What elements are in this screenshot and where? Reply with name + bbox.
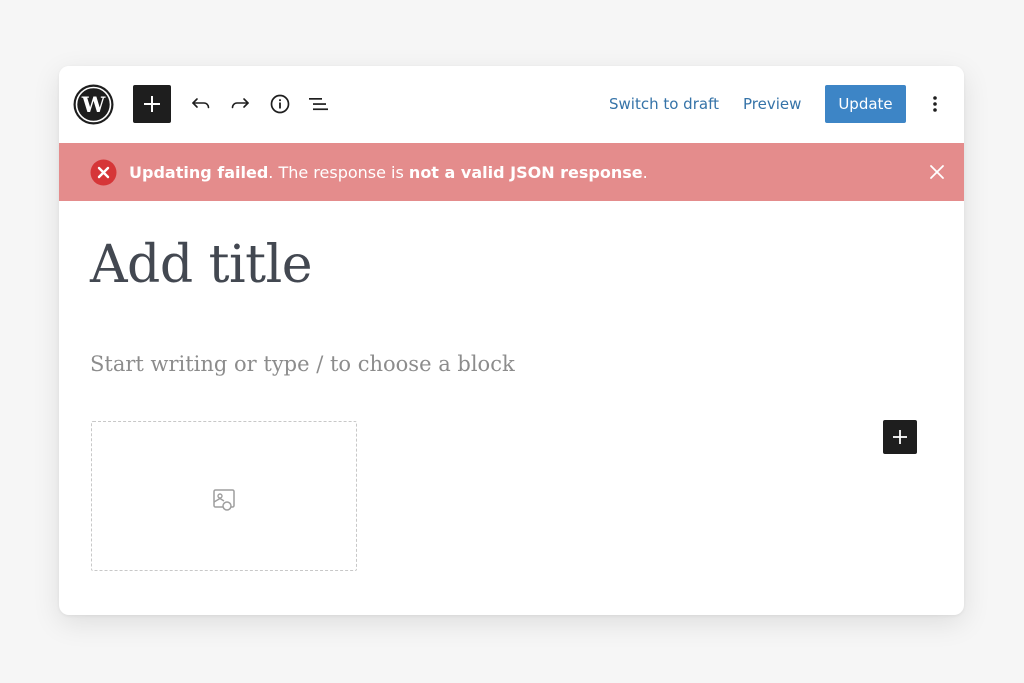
image-block-placeholder[interactable] bbox=[91, 421, 357, 571]
options-button[interactable] bbox=[925, 94, 945, 114]
image-icon bbox=[211, 486, 239, 514]
notice-message-strong: Updating failed bbox=[129, 163, 269, 182]
notice-close-button[interactable] bbox=[928, 163, 946, 181]
list-view-icon bbox=[309, 98, 328, 111]
default-block-appender[interactable]: Start writing or type / to choose a bloc… bbox=[90, 350, 515, 378]
details-button[interactable] bbox=[268, 92, 292, 116]
redo-button[interactable] bbox=[228, 92, 252, 116]
notice-message-strong-2: not a valid JSON response bbox=[408, 163, 643, 182]
close-icon bbox=[930, 165, 944, 179]
error-circle-icon bbox=[90, 159, 117, 186]
more-vertical-icon bbox=[933, 96, 937, 112]
plus-icon bbox=[893, 430, 907, 444]
update-button[interactable]: Update bbox=[825, 85, 906, 123]
redo-icon bbox=[231, 98, 249, 109]
undo-button[interactable] bbox=[189, 92, 213, 116]
post-title-field[interactable]: Add title bbox=[90, 233, 312, 297]
editor-toolbar: W Switch to draft Preview Update bbox=[59, 66, 964, 143]
error-notice: Updating failed. The response is not a v… bbox=[59, 143, 964, 201]
notice-message-text: . The response is bbox=[268, 163, 409, 182]
info-icon bbox=[270, 94, 290, 114]
block-inserter-button[interactable] bbox=[883, 420, 917, 454]
notice-message: Updating failed. The response is not a v… bbox=[129, 162, 648, 184]
toggle-inserter-button[interactable] bbox=[133, 85, 171, 123]
notice-message-end: . bbox=[642, 163, 648, 182]
wordpress-logo-icon[interactable]: W bbox=[73, 84, 114, 125]
list-view-button[interactable] bbox=[307, 92, 331, 116]
svg-text:W: W bbox=[81, 92, 106, 117]
editor-window: W Switch to draft Preview Update Updatin… bbox=[59, 66, 964, 615]
undo-icon bbox=[192, 98, 210, 109]
preview-button[interactable]: Preview bbox=[743, 94, 801, 114]
switch-to-draft-button[interactable]: Switch to draft bbox=[609, 94, 719, 114]
plus-icon bbox=[144, 96, 160, 112]
